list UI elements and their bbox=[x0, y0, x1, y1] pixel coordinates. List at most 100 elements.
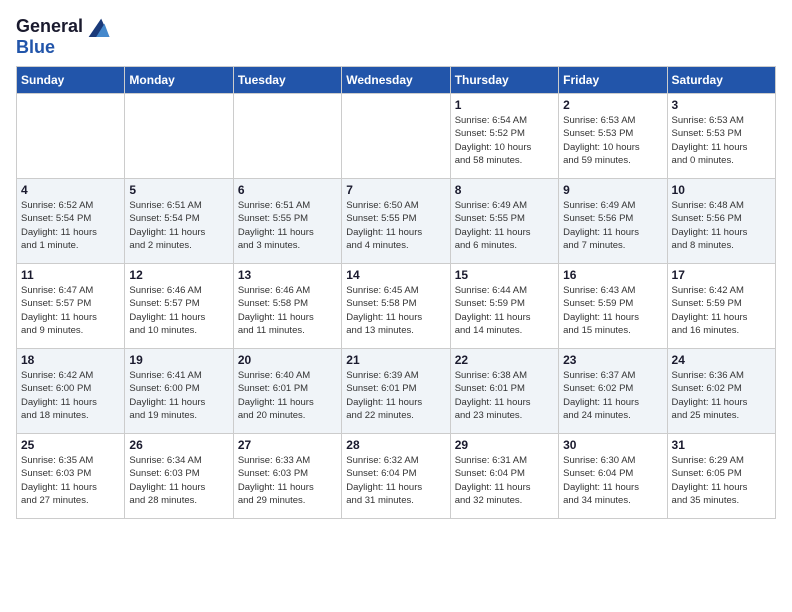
day-info: Sunrise: 6:49 AM Sunset: 5:56 PM Dayligh… bbox=[563, 199, 662, 252]
day-number: 21 bbox=[346, 353, 445, 367]
calendar-cell bbox=[233, 94, 341, 179]
day-number: 2 bbox=[563, 98, 662, 112]
logo-blue: Blue bbox=[16, 37, 55, 58]
calendar-cell: 10Sunrise: 6:48 AM Sunset: 5:56 PM Dayli… bbox=[667, 179, 775, 264]
day-info: Sunrise: 6:54 AM Sunset: 5:52 PM Dayligh… bbox=[455, 114, 554, 167]
day-info: Sunrise: 6:43 AM Sunset: 5:59 PM Dayligh… bbox=[563, 284, 662, 337]
day-number: 22 bbox=[455, 353, 554, 367]
week-row-5: 25 Sunrise: 6:35 AM Sunset: 6:03 PM Dayli… bbox=[17, 434, 776, 519]
day-info: Sunrise: 6:36 AM Sunset: 6:02 PM Dayligh… bbox=[672, 369, 771, 422]
calendar-table: SundayMondayTuesdayWednesdayThursdayFrid… bbox=[16, 66, 776, 519]
day-info: Sunrise: 6:50 AM Sunset: 5:55 PM Dayligh… bbox=[346, 199, 445, 252]
calendar-cell bbox=[342, 94, 450, 179]
day-number: 20 bbox=[238, 353, 337, 367]
day-number: 30 bbox=[563, 438, 662, 452]
calendar-cell: 15 Sunrise: 6:44 AM Sunset: 5:59 PM Dayli… bbox=[450, 264, 558, 349]
calendar-cell: 24 Sunrise: 6:36 AM Sunset: 6:02 PM Dayli… bbox=[667, 349, 775, 434]
day-info: Sunrise: 6:46 AM Sunset: 5:57 PM Dayligh… bbox=[129, 284, 228, 337]
day-info: Sunrise: 6:42 AM Sunset: 5:59 PM Dayligh… bbox=[672, 284, 771, 337]
day-number: 10 bbox=[672, 183, 771, 197]
day-info: Sunrise: 6:35 AM Sunset: 6:03 PM Dayligh… bbox=[21, 454, 120, 507]
day-number: 7 bbox=[346, 183, 445, 197]
calendar-cell: 21 Sunrise: 6:39 AM Sunset: 6:01 PM Dayli… bbox=[342, 349, 450, 434]
day-number: 28 bbox=[346, 438, 445, 452]
calendar-cell: 1 Sunrise: 6:54 AM Sunset: 5:52 PM Daylig… bbox=[450, 94, 558, 179]
calendar-cell: 6 Sunrise: 6:51 AM Sunset: 5:55 PM Daylig… bbox=[233, 179, 341, 264]
calendar-cell: 17 Sunrise: 6:42 AM Sunset: 5:59 PM Dayli… bbox=[667, 264, 775, 349]
day-number: 5 bbox=[129, 183, 228, 197]
day-number: 27 bbox=[238, 438, 337, 452]
day-number: 31 bbox=[672, 438, 771, 452]
day-info: Sunrise: 6:53 AM Sunset: 5:53 PM Dayligh… bbox=[672, 114, 771, 167]
calendar-cell: 9Sunrise: 6:49 AM Sunset: 5:56 PM Daylig… bbox=[559, 179, 667, 264]
day-info: Sunrise: 6:44 AM Sunset: 5:59 PM Dayligh… bbox=[455, 284, 554, 337]
header-row: SundayMondayTuesdayWednesdayThursdayFrid… bbox=[17, 67, 776, 94]
day-number: 18 bbox=[21, 353, 120, 367]
day-info: Sunrise: 6:31 AM Sunset: 6:04 PM Dayligh… bbox=[455, 454, 554, 507]
column-header-wednesday: Wednesday bbox=[342, 67, 450, 94]
week-row-4: 18 Sunrise: 6:42 AM Sunset: 6:00 PM Dayli… bbox=[17, 349, 776, 434]
calendar-cell: 12 Sunrise: 6:46 AM Sunset: 5:57 PM Dayli… bbox=[125, 264, 233, 349]
calendar-cell: 13Sunrise: 6:46 AM Sunset: 5:58 PM Dayli… bbox=[233, 264, 341, 349]
calendar-cell: 25 Sunrise: 6:35 AM Sunset: 6:03 PM Dayli… bbox=[17, 434, 125, 519]
day-number: 6 bbox=[238, 183, 337, 197]
day-number: 25 bbox=[21, 438, 120, 452]
calendar-cell: 8Sunrise: 6:49 AM Sunset: 5:55 PM Daylig… bbox=[450, 179, 558, 264]
calendar-cell: 31 Sunrise: 6:29 AM Sunset: 6:05 PM Dayli… bbox=[667, 434, 775, 519]
day-info: Sunrise: 6:38 AM Sunset: 6:01 PM Dayligh… bbox=[455, 369, 554, 422]
calendar-cell: 20Sunrise: 6:40 AM Sunset: 6:01 PM Dayli… bbox=[233, 349, 341, 434]
day-number: 17 bbox=[672, 268, 771, 282]
day-number: 19 bbox=[129, 353, 228, 367]
week-row-1: 1 Sunrise: 6:54 AM Sunset: 5:52 PM Daylig… bbox=[17, 94, 776, 179]
day-number: 29 bbox=[455, 438, 554, 452]
calendar-cell: 19 Sunrise: 6:41 AM Sunset: 6:00 PM Dayli… bbox=[125, 349, 233, 434]
calendar-cell: 11 Sunrise: 6:47 AM Sunset: 5:57 PM Dayli… bbox=[17, 264, 125, 349]
column-header-tuesday: Tuesday bbox=[233, 67, 341, 94]
column-header-friday: Friday bbox=[559, 67, 667, 94]
day-info: Sunrise: 6:39 AM Sunset: 6:01 PM Dayligh… bbox=[346, 369, 445, 422]
day-info: Sunrise: 6:37 AM Sunset: 6:02 PM Dayligh… bbox=[563, 369, 662, 422]
calendar-cell: 22 Sunrise: 6:38 AM Sunset: 6:01 PM Dayli… bbox=[450, 349, 558, 434]
column-header-saturday: Saturday bbox=[667, 67, 775, 94]
day-number: 11 bbox=[21, 268, 120, 282]
day-number: 3 bbox=[672, 98, 771, 112]
calendar-cell: 23Sunrise: 6:37 AM Sunset: 6:02 PM Dayli… bbox=[559, 349, 667, 434]
day-info: Sunrise: 6:32 AM Sunset: 6:04 PM Dayligh… bbox=[346, 454, 445, 507]
day-info: Sunrise: 6:45 AM Sunset: 5:58 PM Dayligh… bbox=[346, 284, 445, 337]
logo-general: General bbox=[16, 16, 83, 37]
calendar-cell: 27 Sunrise: 6:33 AM Sunset: 6:03 PM Dayli… bbox=[233, 434, 341, 519]
column-header-sunday: Sunday bbox=[17, 67, 125, 94]
calendar-cell: 4 Sunrise: 6:52 AM Sunset: 5:54 PM Daylig… bbox=[17, 179, 125, 264]
week-row-3: 11 Sunrise: 6:47 AM Sunset: 5:57 PM Dayli… bbox=[17, 264, 776, 349]
day-info: Sunrise: 6:51 AM Sunset: 5:54 PM Dayligh… bbox=[129, 199, 228, 252]
page-header: GeneralBlue bbox=[16, 16, 776, 58]
day-info: Sunrise: 6:46 AM Sunset: 5:58 PM Dayligh… bbox=[238, 284, 337, 337]
calendar-cell: 14 Sunrise: 6:45 AM Sunset: 5:58 PM Dayli… bbox=[342, 264, 450, 349]
calendar-cell: 28 Sunrise: 6:32 AM Sunset: 6:04 PM Dayli… bbox=[342, 434, 450, 519]
day-number: 4 bbox=[21, 183, 120, 197]
logo-icon bbox=[83, 17, 111, 37]
day-info: Sunrise: 6:41 AM Sunset: 6:00 PM Dayligh… bbox=[129, 369, 228, 422]
day-number: 1 bbox=[455, 98, 554, 112]
day-number: 16 bbox=[563, 268, 662, 282]
day-info: Sunrise: 6:42 AM Sunset: 6:00 PM Dayligh… bbox=[21, 369, 120, 422]
day-number: 15 bbox=[455, 268, 554, 282]
calendar-cell: 26Sunrise: 6:34 AM Sunset: 6:03 PM Dayli… bbox=[125, 434, 233, 519]
logo: GeneralBlue bbox=[16, 16, 111, 58]
day-info: Sunrise: 6:33 AM Sunset: 6:03 PM Dayligh… bbox=[238, 454, 337, 507]
day-info: Sunrise: 6:29 AM Sunset: 6:05 PM Dayligh… bbox=[672, 454, 771, 507]
calendar-cell bbox=[17, 94, 125, 179]
day-number: 8 bbox=[455, 183, 554, 197]
calendar-cell: 30 Sunrise: 6:30 AM Sunset: 6:04 PM Dayli… bbox=[559, 434, 667, 519]
day-info: Sunrise: 6:52 AM Sunset: 5:54 PM Dayligh… bbox=[21, 199, 120, 252]
day-info: Sunrise: 6:47 AM Sunset: 5:57 PM Dayligh… bbox=[21, 284, 120, 337]
day-info: Sunrise: 6:30 AM Sunset: 6:04 PM Dayligh… bbox=[563, 454, 662, 507]
day-number: 14 bbox=[346, 268, 445, 282]
calendar-cell: 16 Sunrise: 6:43 AM Sunset: 5:59 PM Dayli… bbox=[559, 264, 667, 349]
calendar-cell: 18 Sunrise: 6:42 AM Sunset: 6:00 PM Dayli… bbox=[17, 349, 125, 434]
column-header-thursday: Thursday bbox=[450, 67, 558, 94]
day-number: 12 bbox=[129, 268, 228, 282]
calendar-cell bbox=[125, 94, 233, 179]
day-info: Sunrise: 6:51 AM Sunset: 5:55 PM Dayligh… bbox=[238, 199, 337, 252]
day-number: 24 bbox=[672, 353, 771, 367]
